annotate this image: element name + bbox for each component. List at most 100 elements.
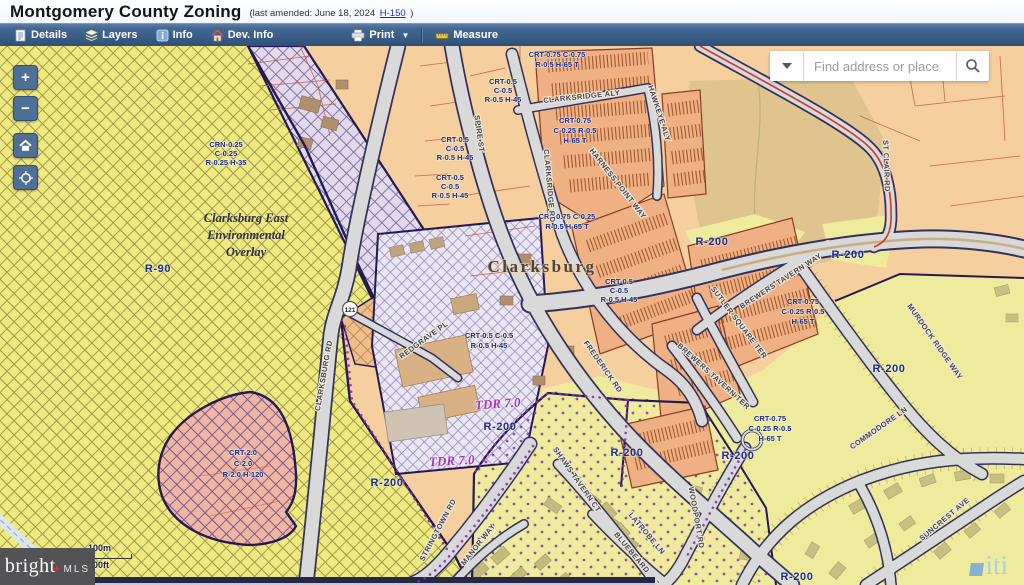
info-label: Info [173,29,193,41]
house-icon [211,29,224,42]
search-widget [770,51,989,81]
measure-label: Measure [453,29,498,41]
zoom-out-button[interactable]: − [13,96,38,121]
map-watermark: iti [970,550,1008,581]
place-label-clarksburg: Clarksburg [487,257,596,276]
zone-label: CRT-0.5 [436,173,464,182]
zone-label: R-0.5 H-45 [485,95,522,104]
zone-label: C-0.5 [610,286,628,295]
search-source-dropdown[interactable] [770,51,804,81]
overlay-label: Overlay [226,245,267,259]
amended-note: (last amended: June 18, 2024 H-150 ) [249,8,413,19]
locate-icon [19,171,33,185]
locate-button[interactable] [13,165,38,190]
district-label: R-200 [722,450,755,462]
layers-button[interactable]: Layers [76,24,146,46]
measure-button[interactable]: Measure [426,24,507,46]
zone-label: CRT-0.5 C-0.5 [465,331,513,340]
h150-link[interactable]: H-150 [380,8,406,19]
district-label: R-200 [873,363,906,375]
bright-mls-logo: bright+ MLS [0,548,95,585]
zone-label: R-0.5 H-65 T [545,222,589,231]
district-label: R-200 [371,477,404,489]
chevron-down-icon [782,63,792,69]
search-button[interactable] [956,51,989,81]
zone-label: CRT-2.0 [229,448,257,457]
zone-label: C-0.25 [215,149,238,158]
zoning-app-window: Montgomery County Zoning (last amended: … [0,0,1024,585]
route-shield-121: 121 [343,302,358,317]
map-controls: + − [13,65,38,190]
district-label: R-200 [484,421,517,433]
details-icon [14,29,27,42]
zone-label: CRT-0.75 [754,414,786,423]
print-icon [351,29,365,42]
amended-suffix: ) [410,8,413,19]
overlay-label: Clarksburg East [204,211,289,225]
toolbar-separator [421,28,423,42]
zone-label: CRT-0.75 [787,297,819,306]
toolbar: Details Layers Info Dev. Info Print ▼ Me… [0,23,1024,46]
search-icon [965,58,981,74]
measure-icon [435,29,449,42]
layers-label: Layers [102,29,137,41]
zone-label: C-0.25 R-0.5 [749,424,792,433]
zone-label: R-0.5 H-45 [432,191,469,200]
zone-label: CRN-0.25 [209,140,242,149]
zone-label: C-0.25 R-0.5 [782,307,825,316]
zone-label: CRT-0.75 [559,116,591,125]
tdr-label: TDR 7.0 [474,394,521,412]
overlay-label: Environmental [206,228,285,242]
home-button[interactable] [13,133,38,158]
zoom-in-button[interactable]: + [13,65,38,90]
details-label: Details [31,29,67,41]
watermark-text: iti [985,550,1008,581]
zone-label: C-0.5 [441,182,459,191]
amended-prefix: (last amended: June 18, 2024 [249,8,375,19]
zone-label: C-0.5 [446,144,464,153]
zone-label: H-65 T [792,317,815,326]
zone-label: R-0.25 H-35 [206,158,247,167]
zone-label: R-0.5 H-45 [601,295,638,304]
dev-info-label: Dev. Info [228,29,274,41]
district-label: R-200 [696,236,729,248]
zone-label: CRT-0.75 C-0.75 [529,50,586,59]
zone-label: CRT-0.5 [605,277,633,286]
info-button[interactable]: Info [147,24,202,46]
details-button[interactable]: Details [5,24,76,46]
print-button[interactable]: Print ▼ [342,24,418,46]
zone-label: C-0.5 [494,86,512,95]
logo-plus-icon: + [54,564,60,575]
map-viewport: 121 Clarksburg EastEnvironmentalOverlay … [0,46,1024,585]
zoning-map-canvas[interactable]: 121 Clarksburg EastEnvironmentalOverlay … [0,46,1024,585]
logo-main-text: bright [5,555,56,578]
zone-label: R-0.5 H-45 [471,341,508,350]
zone-label: H-65 T [564,136,587,145]
search-input[interactable] [804,51,956,81]
zone-label: C-0.25 R-0.5 [554,126,597,135]
district-label: R-200 [611,447,644,459]
route-shield-number: 121 [345,307,356,314]
district-label: R-200 [832,249,865,261]
zone-label: H-65 T [759,434,782,443]
tdr-label: TDR 7.0 [429,452,476,469]
district-label: R-90 [145,263,171,275]
district-label: R-200 [781,571,814,583]
watermark-logo-icon [970,563,985,576]
layers-icon [85,29,98,42]
dev-info-button[interactable]: Dev. Info [202,24,283,46]
road-label: ST CLAIR RD [881,140,892,192]
print-caret-icon[interactable]: ▼ [401,31,409,40]
page-title: Montgomery County Zoning [10,2,241,22]
zone-label: C-2.0 [234,459,252,468]
print-label: Print [369,29,394,41]
logo-sub-text: MLS [64,564,91,575]
home-icon [19,139,32,152]
zone-label: CRT-0.5 [441,135,469,144]
info-icon [156,29,169,42]
zone-label: R-2.0 H-120 [223,470,264,479]
zone-label: CRT-0.5 [489,77,517,86]
zone-label: R-0.5 H-65 T [535,60,579,69]
zone-label: CRT-0.75 C-0.25 [539,212,596,221]
page-header: Montgomery County Zoning (last amended: … [0,0,1024,23]
